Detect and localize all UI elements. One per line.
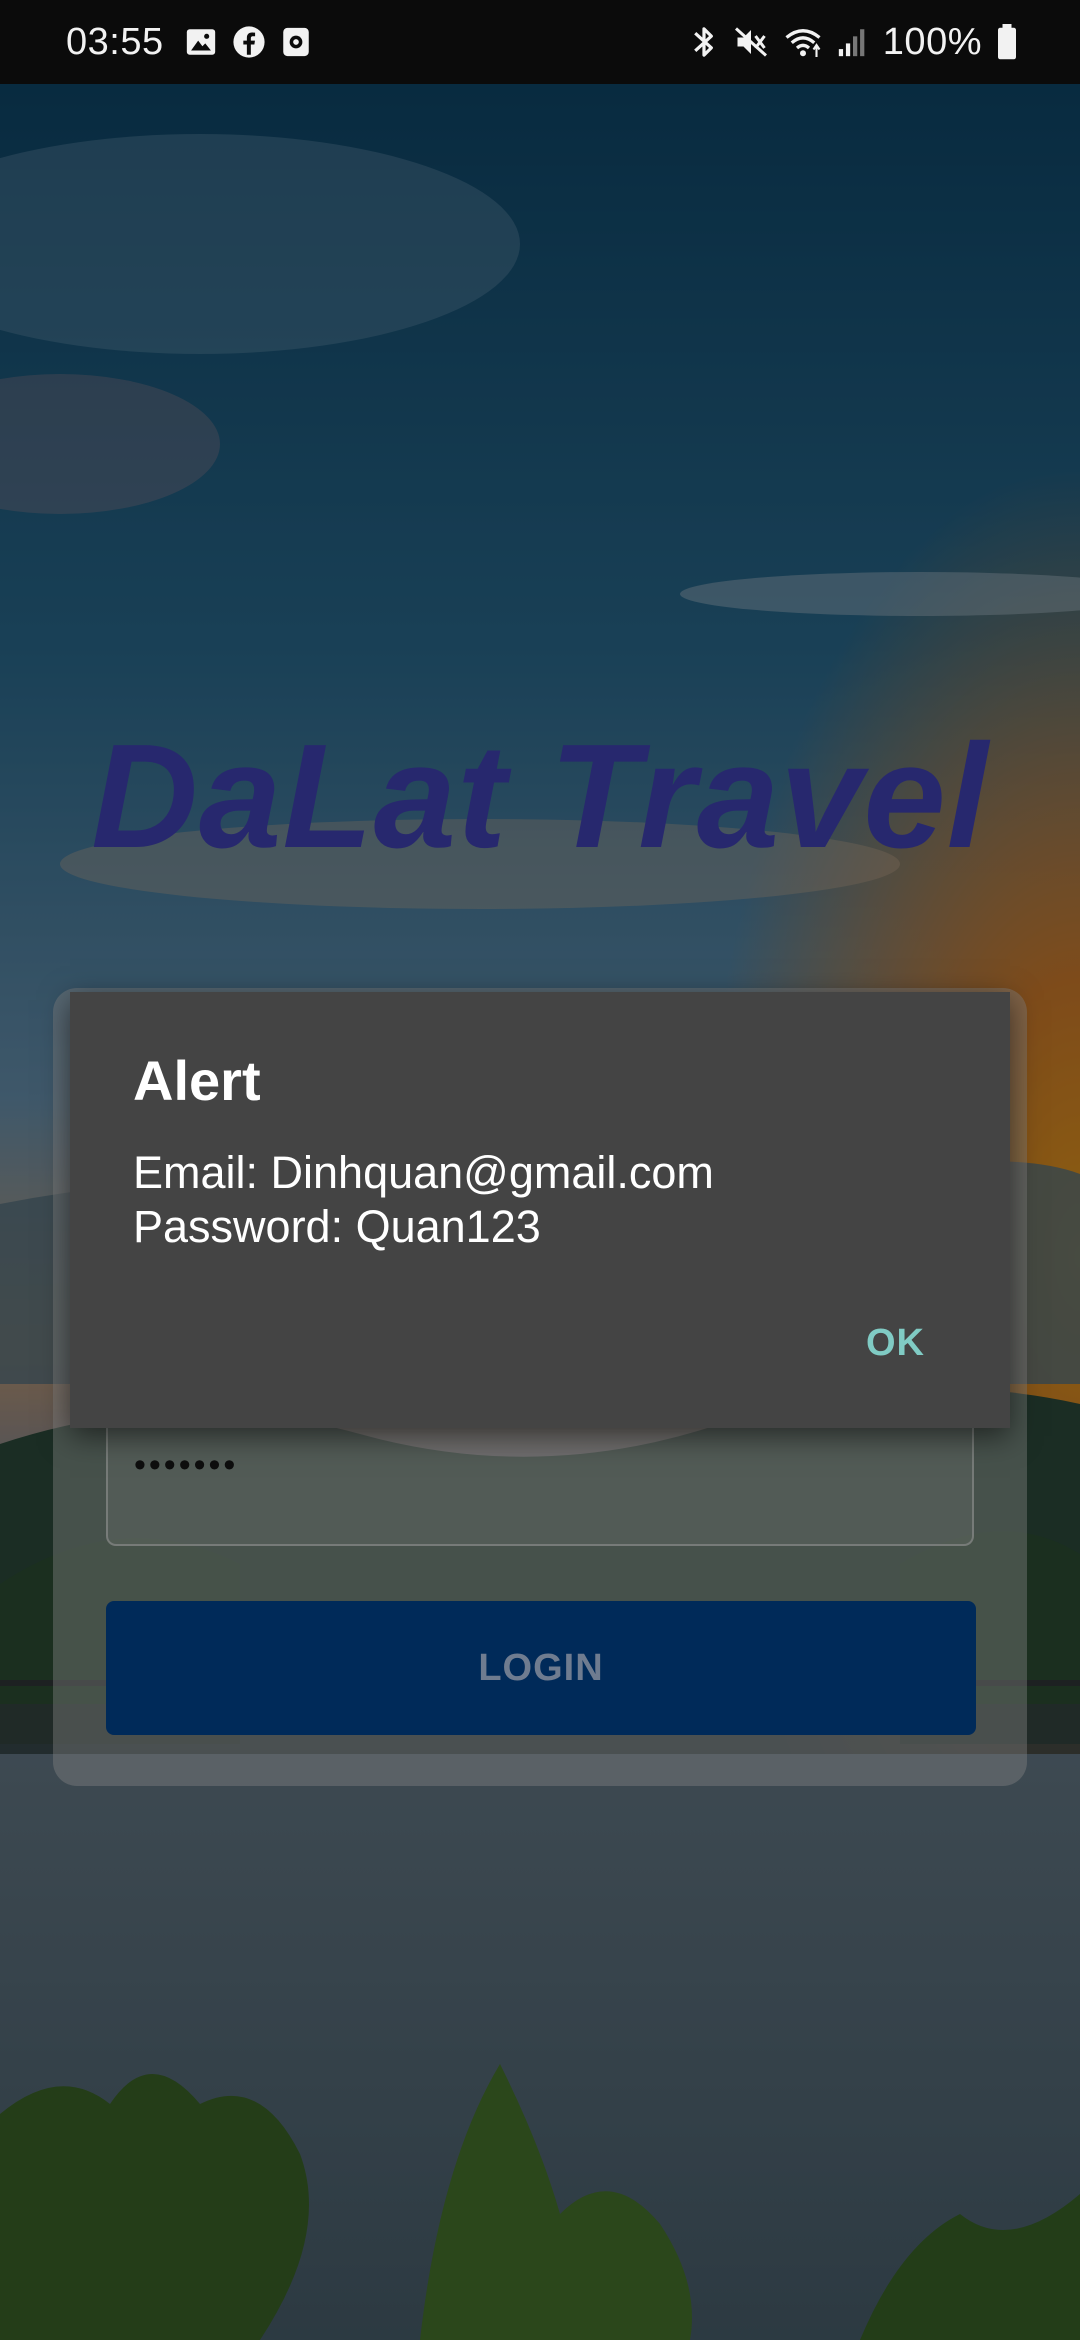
alert-message: Email: Dinhquan@gmail.com Password: Quan… bbox=[133, 1146, 714, 1254]
status-bar: 03:55 100% bbox=[0, 0, 1080, 84]
status-left: 03:55 bbox=[66, 0, 312, 84]
bluetooth-icon bbox=[689, 23, 719, 61]
facebook-icon bbox=[232, 25, 266, 59]
alert-message-email: Email: Dinhquan@gmail.com bbox=[133, 1147, 714, 1198]
wifi-icon bbox=[783, 24, 823, 60]
alert-dialog: Alert Email: Dinhquan@gmail.com Password… bbox=[70, 992, 1010, 1428]
battery-percent: 100% bbox=[882, 20, 982, 63]
signal-icon bbox=[837, 25, 869, 59]
login-button[interactable]: LOGIN bbox=[106, 1601, 976, 1735]
screen: 03:55 100% DaLat Travel ••••••• LOGIN Al… bbox=[0, 0, 1080, 2340]
mute-icon bbox=[733, 24, 769, 60]
gallery-icon bbox=[184, 25, 218, 59]
password-input[interactable]: ••••••• bbox=[106, 1418, 974, 1546]
app-title: DaLat Travel bbox=[91, 714, 989, 879]
status-time: 03:55 bbox=[66, 20, 164, 63]
battery-icon bbox=[996, 24, 1018, 60]
ok-button[interactable]: OK bbox=[866, 1322, 925, 1365]
screen-record-icon bbox=[280, 25, 312, 59]
status-right: 100% bbox=[689, 0, 1018, 84]
alert-message-password: Password: Quan123 bbox=[133, 1201, 541, 1252]
alert-title: Alert bbox=[133, 1049, 261, 1112]
password-value: ••••••• bbox=[134, 1446, 239, 1484]
